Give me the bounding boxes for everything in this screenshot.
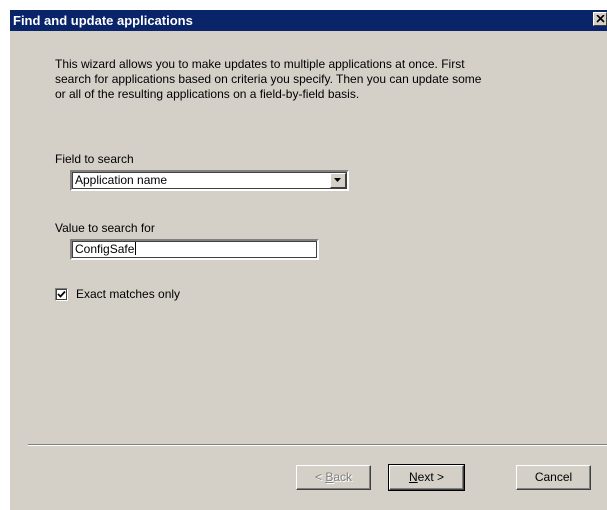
text-caret [135,242,137,255]
field-to-search-value: Application name [75,173,168,187]
close-button[interactable] [593,12,607,26]
exact-match-label[interactable]: Exact matches only [76,287,180,302]
back-button[interactable]: < Back [296,465,371,490]
intro-line-3: or all of the resulting applications on … [55,87,360,101]
exact-match-checkbox[interactable] [55,288,68,301]
separator-line [28,444,607,446]
intro-line-1: This wizard allows you to make updates t… [55,57,465,71]
next-mnemonic: N [408,470,418,484]
intro-line-2: search for applications based on criteri… [55,72,482,86]
value-to-search-input[interactable]: ConfigSafe [70,239,319,260]
field-to-search-select[interactable]: Application name [70,170,349,191]
back-arrow: < [314,470,326,484]
next-button[interactable]: Next > [388,464,465,491]
title-bar[interactable]: Find and update applications [10,10,607,31]
value-to-search-text: ConfigSafe [75,242,137,256]
value-to-search-label: Value to search for [55,221,155,235]
cancel-button[interactable]: Cancel [516,465,591,490]
checkmark-icon [57,290,66,298]
close-icon [596,15,605,23]
dropdown-button[interactable] [330,173,346,188]
wizard-dialog: Find and update applications This wizard… [10,10,607,510]
next-label: ext > [417,470,445,484]
dialog-title: Find and update applications [13,13,193,28]
chevron-down-icon [334,178,341,182]
field-to-search-label: Field to search [55,152,134,166]
intro-text: This wizard allows you to make updates t… [55,57,575,102]
back-label: ack [333,470,353,484]
